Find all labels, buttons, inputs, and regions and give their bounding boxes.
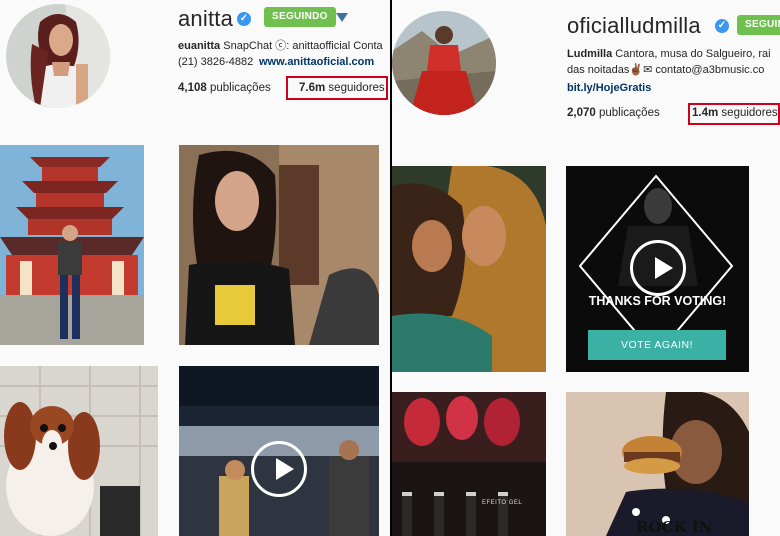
post-thumbnail[interactable] [0, 366, 158, 536]
profile-panel-ludmilla: oficialludmilla ✓ SEGUINDO Ludmilla Cant… [392, 0, 780, 536]
profile-username: anitta [178, 6, 234, 31]
profile-bio-line1: euanitta SnapChat ⓒ: anittaofficial Cont… [178, 38, 383, 54]
product-caption: EFEITO GEL [482, 500, 523, 506]
post-video-thumbnail[interactable]: THANKS FOR VOTING! VOTE AGAIN! [566, 166, 749, 372]
post-thumbnail[interactable] [179, 145, 379, 345]
verified-badge-icon: ✓ [715, 19, 729, 33]
profile-panel-anitta: anitta ✓ SEGUINDO euanitta SnapChat ⓒ: a… [0, 0, 390, 536]
followers-highlight-box [688, 103, 780, 125]
post-caption-text: ROCK IN [636, 518, 713, 536]
post-thumbnail[interactable] [0, 145, 144, 345]
video-caption: THANKS FOR VOTING! [588, 294, 727, 308]
following-button[interactable]: SEGUINDO [264, 7, 336, 27]
post-thumbnail[interactable] [392, 166, 546, 372]
post-thumbnail[interactable]: EFEITO GEL [392, 392, 546, 536]
profile-bio-line1: Ludmilla Cantora, musa do Salgueiro, rai [567, 46, 771, 62]
profile-bio-line2: (21) 3826-4882 [178, 54, 253, 70]
bio-handle: euanitta [178, 40, 221, 52]
vote-again-button[interactable]: VOTE AGAIN! [588, 330, 726, 360]
bio-text: SnapChat ⓒ: anittaofficial Conta [220, 40, 383, 52]
bio-phone: (21) 3826-4882 [178, 56, 254, 68]
followers-highlight-box [286, 76, 388, 100]
posts-count: 4,108 publicações [178, 82, 271, 94]
profile-avatar[interactable] [6, 4, 110, 108]
posts-label: publicações [598, 107, 660, 119]
profile-website-link[interactable]: bit.ly/HojeGratis [567, 82, 651, 94]
dropdown-caret-icon[interactable] [336, 13, 348, 22]
post-video-thumbnail[interactable] [179, 366, 379, 536]
profile-username: oficialludmilla [567, 13, 701, 38]
posts-number: 2,070 [567, 107, 596, 119]
bio-name: Ludmilla [567, 48, 613, 60]
following-button[interactable]: SEGUINDO [737, 15, 780, 35]
posts-count: 2,070 publicações [567, 107, 660, 119]
posts-label: publicações [209, 82, 271, 94]
post-thumbnail[interactable]: ROCK IN [566, 392, 749, 536]
profile-avatar[interactable] [392, 11, 496, 115]
play-icon[interactable] [251, 441, 307, 497]
bio-text: Cantora, musa do Salgueiro, rai [612, 48, 771, 60]
play-icon[interactable] [630, 240, 686, 296]
verified-badge-icon: ✓ [237, 12, 251, 26]
posts-number: 4,108 [178, 82, 207, 94]
profile-bio-line2: das noitadas✌🏾✉ contato@a3bmusic.co [567, 64, 765, 76]
profile-website-link[interactable]: www.anittaoficial.com [259, 56, 374, 68]
